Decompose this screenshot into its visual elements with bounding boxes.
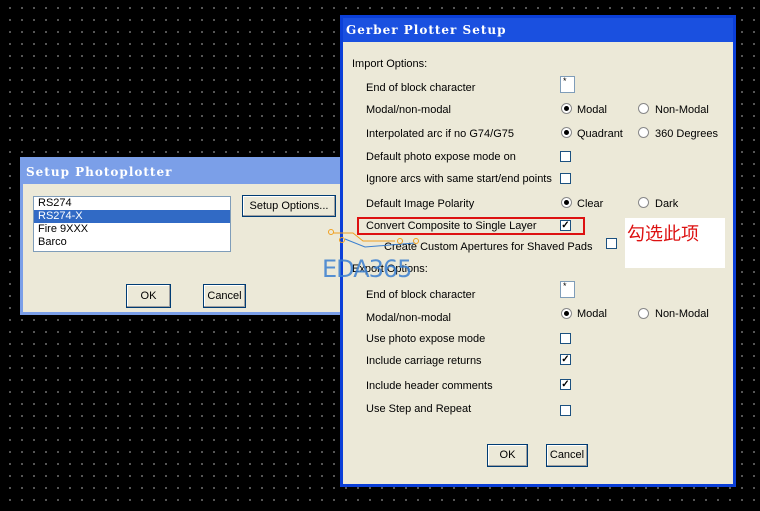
annotation-callout: 勾选此项 [625,218,725,268]
list-item[interactable]: RS274 [34,197,230,210]
cancel-button[interactable]: Cancel [546,444,588,467]
photo-expose-checkbox[interactable] [560,151,571,162]
modal-option-label: Modal [577,104,607,116]
ok-button[interactable]: OK [126,284,171,308]
carriage-returns-checkbox[interactable]: ✓ [560,354,571,365]
dialog-title: Setup Photoplotter [23,160,347,184]
list-item[interactable]: Fire 9XXX [34,223,230,236]
quadrant-option-label: Quadrant [577,128,623,140]
header-comments-label: Include header comments [366,380,493,392]
import-eob-field[interactable]: * [560,76,575,93]
export-nonmodal-radio[interactable] [638,308,649,319]
degrees-radio[interactable] [638,127,649,138]
setup-photoplotter-dialog: Setup Photoplotter RS274 RS274-X Fire 9X… [20,157,350,315]
dark-option-label: Dark [655,198,679,210]
export-eob-field[interactable]: * [560,281,575,298]
clear-radio[interactable] [561,197,572,208]
import-modal-label: Modal/non-modal [366,104,451,116]
interp-arc-label: Interpolated arc if no G74/G75 [366,128,514,140]
import-eob-label: End of block character [366,82,476,94]
dialog-title: Gerber Plotter Setup [343,18,733,42]
custom-apertures-checkbox[interactable] [606,238,617,249]
import-modal-radio[interactable] [561,103,572,114]
watermark: EDA365 [322,255,412,283]
step-repeat-label: Use Step and Repeat [366,403,472,415]
photoplotter-list[interactable]: RS274 RS274-X Fire 9XXX Barco [33,196,231,252]
carriage-returns-label: Include carriage returns [366,355,482,367]
use-photo-expose-checkbox[interactable] [560,333,571,344]
connector-dot [339,237,345,243]
nonmodal-option-label: Non-Modal [655,308,709,320]
header-comments-checkbox[interactable]: ✓ [560,379,571,390]
ignore-arcs-checkbox[interactable] [560,173,571,184]
dark-radio[interactable] [638,197,649,208]
degrees-option-label: 360 Degrees [655,128,718,140]
import-options-header: Import Options: [352,58,428,70]
ignore-arcs-label: Ignore arcs with same start/end points [366,173,552,185]
use-photo-expose-label: Use photo expose mode [366,333,486,345]
modal-option-label: Modal [577,308,607,320]
quadrant-radio[interactable] [561,127,572,138]
list-item[interactable]: Barco [34,236,230,249]
clear-option-label: Clear [577,198,604,210]
export-eob-label: End of block character [366,289,476,301]
photo-expose-label: Default photo expose mode on [366,151,516,163]
cancel-button[interactable]: Cancel [203,284,246,308]
connector-dot [397,238,403,244]
import-nonmodal-radio[interactable] [638,103,649,114]
setup-options-button[interactable]: Setup Options... [242,195,336,217]
export-modal-radio[interactable] [561,308,572,319]
nonmodal-option-label: Non-Modal [655,104,709,116]
list-item[interactable]: RS274-X [34,210,230,223]
export-modal-label: Modal/non-modal [366,312,451,324]
connector-dot [413,238,419,244]
image-polarity-label: Default Image Polarity [366,198,475,210]
ok-button[interactable]: OK [487,444,528,467]
step-repeat-checkbox[interactable] [560,405,571,416]
connector-dot [328,229,334,235]
